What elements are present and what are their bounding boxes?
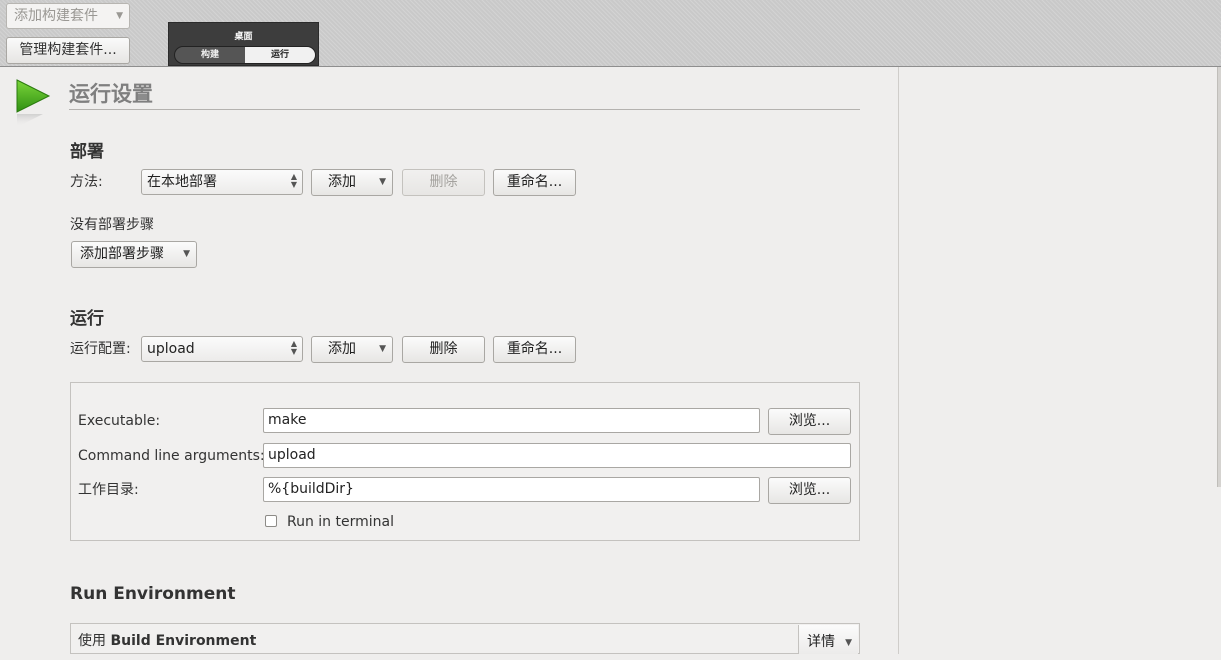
run-in-terminal-label: Run in terminal xyxy=(287,514,394,530)
env-use-value: Build Environment xyxy=(110,633,257,649)
run-play-icon xyxy=(16,79,51,127)
run-config-combo[interactable]: upload ▲ ▼ xyxy=(141,336,303,362)
deploy-method-label: 方法: xyxy=(70,174,103,190)
add-deploy-step-button[interactable]: 添加部署步骤 ▼ xyxy=(71,241,197,268)
chevron-down-icon: ▼ xyxy=(379,177,386,187)
deploy-delete-button[interactable]: 删除 xyxy=(402,169,485,196)
workdir-browse-button[interactable]: 浏览... xyxy=(768,477,851,504)
updown-icon: ▲ ▼ xyxy=(290,172,297,189)
workdir-label: 工作目录: xyxy=(78,482,139,498)
args-label: Command line arguments: xyxy=(78,448,265,464)
executable-field[interactable]: make xyxy=(263,408,760,433)
env-details-button[interactable]: 详情 ▼ xyxy=(798,625,858,654)
environment-summary: 使用 Build Environment xyxy=(70,623,860,654)
run-config-label: 运行配置: xyxy=(70,341,131,357)
manage-kits-button[interactable]: 管理构建套件... xyxy=(6,37,130,64)
deploy-add-label: 添加 xyxy=(328,174,356,190)
updown-icon: ▲ ▼ xyxy=(290,339,297,356)
add-kit-combo[interactable]: 添加构建套件 ▼ xyxy=(6,3,130,29)
deploy-add-button[interactable]: 添加 ▼ xyxy=(311,169,393,196)
run-in-terminal-checkbox[interactable] xyxy=(265,515,277,527)
run-rename-button[interactable]: 重命名... xyxy=(493,336,576,363)
no-deploy-steps-label: 没有部署步骤 xyxy=(70,217,154,233)
chevron-down-icon: ▼ xyxy=(183,249,190,259)
top-toolbar: 添加构建套件 ▼ 管理构建套件... 桌面 构建 运行 xyxy=(0,0,1221,67)
mode-title: 桌面 xyxy=(234,32,253,42)
page-title: 运行设置 xyxy=(69,81,860,110)
chevron-down-icon: ▼ xyxy=(116,11,123,21)
mode-tabs: 构建 运行 xyxy=(174,46,316,64)
run-add-label: 添加 xyxy=(328,341,356,357)
scrollbar[interactable] xyxy=(1217,67,1221,487)
run-delete-button[interactable]: 删除 xyxy=(402,336,485,363)
workdir-field[interactable]: %{buildDir} xyxy=(263,477,760,502)
executable-label: Executable: xyxy=(78,413,161,429)
args-field[interactable]: upload xyxy=(263,443,851,468)
env-use-prefix: 使用 xyxy=(78,633,106,649)
run-config-value: upload xyxy=(147,341,195,357)
add-deploy-step-label: 添加部署步骤 xyxy=(80,246,164,262)
deploy-rename-button[interactable]: 重命名... xyxy=(493,169,576,196)
run-heading: 运行 xyxy=(70,309,104,329)
add-kit-label: 添加构建套件 xyxy=(14,8,98,24)
deploy-heading: 部署 xyxy=(70,142,104,162)
tab-build[interactable]: 构建 xyxy=(175,47,245,63)
chevron-down-icon: ▼ xyxy=(845,638,852,648)
tab-run[interactable]: 运行 xyxy=(245,47,315,63)
chevron-down-icon: ▼ xyxy=(379,344,386,354)
deploy-method-combo[interactable]: 在本地部署 ▲ ▼ xyxy=(141,169,303,195)
deploy-method-value: 在本地部署 xyxy=(147,174,217,190)
mode-selector: 桌面 构建 运行 xyxy=(168,22,319,66)
run-add-button[interactable]: 添加 ▼ xyxy=(311,336,393,363)
executable-browse-button[interactable]: 浏览... xyxy=(768,408,851,435)
env-details-label: 详情 xyxy=(807,634,835,650)
run-environment-heading: Run Environment xyxy=(70,584,236,604)
right-empty-pane xyxy=(898,67,1221,654)
